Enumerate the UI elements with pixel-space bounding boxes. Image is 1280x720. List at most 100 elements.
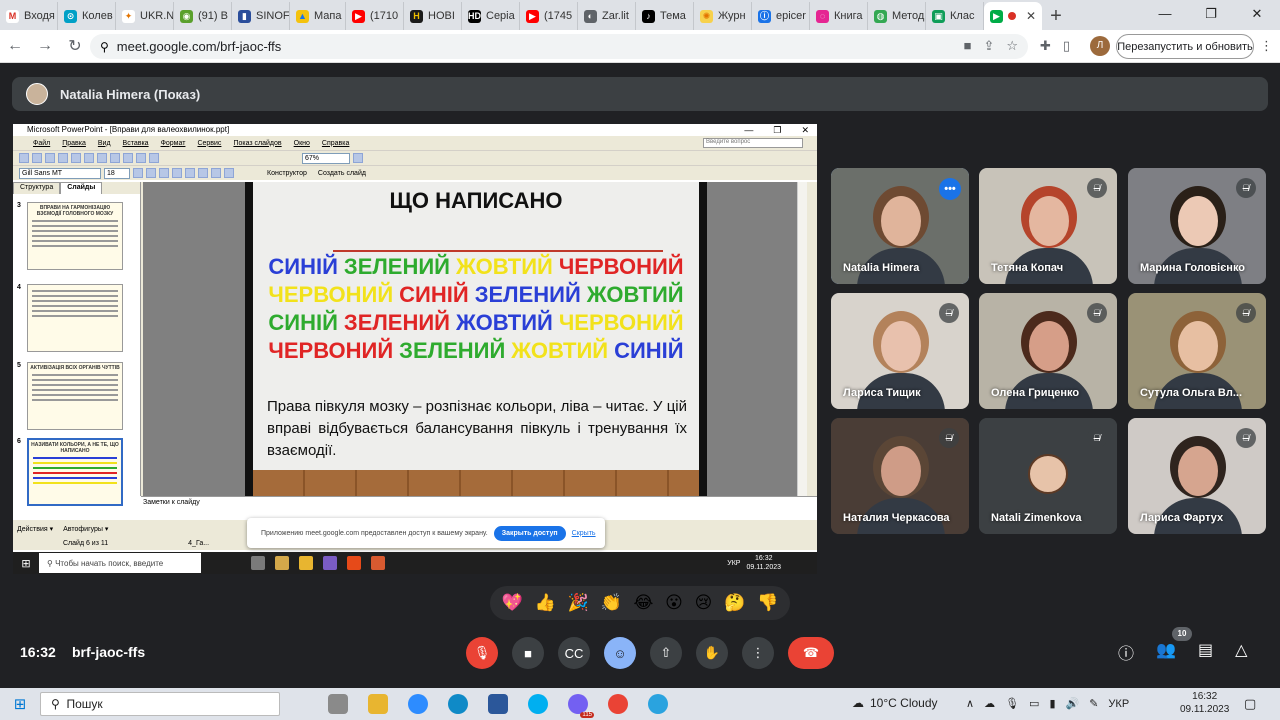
italic-icon[interactable] xyxy=(146,168,156,178)
word-icon[interactable] xyxy=(488,694,508,714)
print-icon[interactable] xyxy=(58,153,68,163)
mic-off-button[interactable]: 🎙 xyxy=(466,637,498,669)
new-slide-button[interactable]: Создать слайд xyxy=(318,170,366,177)
leave-call-button[interactable]: ☎ xyxy=(788,637,834,669)
participant-more-button[interactable]: ••• xyxy=(939,178,961,200)
participant-tile[interactable]: 🎙̸ Сутула Ольга Вл... xyxy=(1128,293,1266,409)
reactions-button[interactable]: ☺ xyxy=(604,637,636,669)
font-size-select[interactable]: 18 xyxy=(104,167,130,179)
participant-tile[interactable]: 🎙̸ Наталия Черкасова xyxy=(831,418,969,534)
browser-menu-icon[interactable]: ⋮ xyxy=(1260,38,1273,54)
bookmark-star-icon[interactable]: ☆ xyxy=(1006,38,1018,54)
bullets-icon[interactable] xyxy=(211,168,221,178)
reaction-emoji[interactable]: 👎 xyxy=(757,593,778,613)
reaction-emoji[interactable]: 🤔 xyxy=(724,593,745,613)
file-explorer-icon[interactable] xyxy=(368,694,388,714)
align-right-icon[interactable] xyxy=(198,168,208,178)
copy-icon[interactable] xyxy=(84,153,94,163)
ppt-help-search[interactable]: Введите вопрос xyxy=(703,138,803,148)
ppt-menu-item[interactable]: Показ слайдов xyxy=(233,140,281,147)
mic-tray-icon[interactable]: 🎙 xyxy=(1005,697,1019,710)
slide-scrollbar[interactable] xyxy=(797,182,807,496)
align-center-icon[interactable] xyxy=(185,168,195,178)
os-search-box[interactable]: ⚲ Пошук xyxy=(40,692,280,716)
restart-update-button[interactable]: Перезапустить и обновить xyxy=(1116,34,1254,59)
network-icon[interactable]: ▭ xyxy=(1029,697,1039,710)
browser-tab[interactable]: ◍ Метод xyxy=(868,2,926,30)
browser-tab[interactable]: ◐ Zar.lit xyxy=(578,2,636,30)
viber-taskbar-icon[interactable]: 115 xyxy=(568,694,594,718)
reaction-emoji[interactable]: 💖 xyxy=(502,593,523,613)
tab-slides[interactable]: Слайды xyxy=(60,182,103,194)
profile-avatar[interactable]: Л xyxy=(1090,36,1110,56)
help-icon[interactable] xyxy=(353,153,363,163)
shared-taskbar-search[interactable]: ⚲ Чтобы начать поиск, введите xyxy=(39,553,201,573)
browser-tab[interactable]: ♪ Тема xyxy=(636,2,694,30)
browser-tab[interactable]: ◌ Книга xyxy=(810,2,868,30)
browser-tab[interactable]: M Входя xyxy=(0,2,58,30)
cloud-sync-icon[interactable]: ☁ xyxy=(984,697,995,710)
people-icon[interactable]: 👥 xyxy=(1156,640,1176,664)
reaction-emoji[interactable]: 😢 xyxy=(695,593,713,613)
browser-tab[interactable]: ▶ (1710 xyxy=(346,2,404,30)
browser-tab[interactable]: ⓘ epicer xyxy=(752,2,810,30)
raise-hand-button[interactable]: ✋ xyxy=(696,637,728,669)
chat-icon[interactable]: ▤ xyxy=(1198,640,1213,664)
windows-start-icon[interactable]: ⊞ xyxy=(13,557,39,570)
browser-tab[interactable]: ✦ UKR.N xyxy=(116,2,174,30)
underline-icon[interactable] xyxy=(159,168,169,178)
align-left-icon[interactable] xyxy=(172,168,182,178)
ppt-close-icon[interactable]: ✕ xyxy=(801,124,809,136)
new-tab-button[interactable]: + xyxy=(1042,2,1070,30)
camera-button[interactable]: ■ xyxy=(512,637,544,669)
ppt-menu-item[interactable]: Окно xyxy=(294,140,310,147)
edge-icon[interactable] xyxy=(448,694,468,714)
zoom-select[interactable]: 67% xyxy=(302,152,350,164)
browser-tab[interactable]: HD Серіа xyxy=(462,2,520,30)
ppt-minimize-icon[interactable]: — xyxy=(744,124,753,136)
explorer-icon[interactable] xyxy=(275,556,289,570)
save-icon[interactable] xyxy=(45,153,55,163)
tab-outline[interactable]: Структура xyxy=(13,182,61,194)
task-view-icon[interactable] xyxy=(328,694,348,714)
task-view-icon[interactable] xyxy=(251,556,265,570)
present-button[interactable]: ⇧ xyxy=(650,637,682,669)
autoshapes-menu[interactable]: Автофигуры ▾ xyxy=(63,525,108,533)
ppt-menu-item[interactable]: Вид xyxy=(98,140,111,147)
participant-tile[interactable]: 🎙̸ Лариса Фартух xyxy=(1128,418,1266,534)
browser-tab[interactable]: ✺ Журн xyxy=(694,2,752,30)
folder-icon[interactable] xyxy=(299,556,313,570)
pen-icon[interactable]: ✎ xyxy=(1089,697,1098,710)
chart-icon[interactable] xyxy=(149,153,159,163)
viber-icon[interactable] xyxy=(323,556,337,570)
new-doc-icon[interactable] xyxy=(19,153,29,163)
site-info-icon[interactable]: ⚲ xyxy=(100,40,109,54)
participant-tile[interactable]: 🎙̸ Тетяна Копач xyxy=(979,168,1117,284)
powerpoint-icon[interactable] xyxy=(371,556,385,570)
slide-canvas[interactable]: ЩО НАПИСАНО СИНІЙ ЗЕЛЕНИЙ ЖОВТИЙ ЧЕРВОНИЙ ЧЕ… xyxy=(245,182,707,496)
active-tab-meet[interactable]: ▶ ✕ xyxy=(984,2,1042,30)
zoom-icon[interactable] xyxy=(408,694,428,714)
hide-notice-link[interactable]: Скрыть xyxy=(572,530,596,537)
notifications-icon[interactable]: ▢ xyxy=(1244,696,1256,712)
ppt-menu-item[interactable]: Файл xyxy=(33,140,50,147)
browser-tab[interactable]: ◉ (91) В xyxy=(174,2,232,30)
cut-icon[interactable] xyxy=(71,153,81,163)
participant-tile[interactable]: ••• Natalia Himera xyxy=(831,168,969,284)
reaction-emoji[interactable]: 😂 xyxy=(633,593,653,613)
skype-icon[interactable] xyxy=(528,694,548,714)
os-clock[interactable]: 16:32 09.11.2023 xyxy=(1180,690,1229,716)
windows-logo-icon[interactable]: ⊞ xyxy=(0,695,40,713)
font-color-icon[interactable] xyxy=(224,168,234,178)
table-icon[interactable] xyxy=(136,153,146,163)
side-panel-icon[interactable]: ▯ xyxy=(1063,38,1070,54)
reload-icon[interactable]: ↻ xyxy=(60,36,90,56)
stop-sharing-button[interactable]: Закрыть доступ xyxy=(493,525,566,541)
bold-icon[interactable] xyxy=(133,168,143,178)
info-icon[interactable]: ⓘ xyxy=(1118,640,1134,664)
participant-tile[interactable]: 🎙̸ Марина Головієнко xyxy=(1128,168,1266,284)
extensions-icon[interactable]: ✚ xyxy=(1040,38,1051,54)
back-icon[interactable]: ← xyxy=(0,37,30,55)
volume-icon[interactable]: 🔊 xyxy=(1066,697,1080,710)
address-bar[interactable]: ⚲ meet.google.com/brf-jaoc-ffs ■ ⇪ ☆ xyxy=(90,34,1028,59)
